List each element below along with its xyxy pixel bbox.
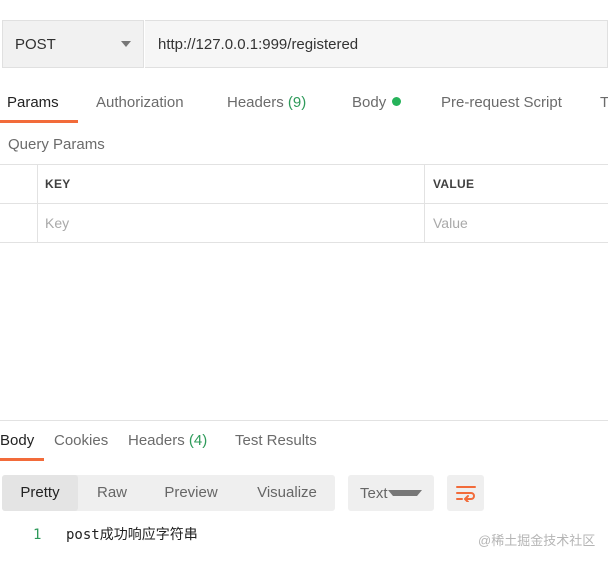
url-input[interactable]: http://127.0.0.1:999/registered [145, 20, 608, 68]
watermark: @稀土掘金技术社区 [478, 533, 596, 548]
response-tab-test-results[interactable]: Test Results [235, 422, 317, 460]
active-tab-indicator [0, 120, 78, 123]
key-input[interactable]: Key [38, 204, 425, 242]
response-tab-test-results-label: Test Results [235, 432, 317, 449]
response-tab-headers-count: (4) [188, 432, 208, 449]
tab-tests[interactable]: T [600, 84, 608, 122]
tab-params[interactable]: Params [7, 84, 59, 122]
chevron-down-icon [121, 41, 131, 47]
tab-headers-label: Headers [227, 94, 284, 111]
wrap-lines-icon [455, 486, 476, 502]
response-active-tab-indicator [0, 458, 44, 461]
response-tab-headers-label: Headers [128, 432, 185, 449]
col-key-header: KEY [38, 165, 425, 203]
view-raw-button[interactable]: Raw [82, 475, 142, 511]
response-tab-cookies-label: Cookies [54, 432, 109, 449]
tab-body[interactable]: Body [352, 84, 402, 122]
view-visualize-button[interactable]: Visualize [242, 475, 332, 511]
query-params-table: KEY VALUE Key Value [0, 164, 608, 243]
table-header-row: KEY VALUE [0, 164, 608, 203]
tab-params-label: Params [7, 94, 59, 111]
view-preview-button[interactable]: Preview [150, 475, 232, 511]
tab-tests-label: T [600, 94, 608, 111]
dot-icon [392, 97, 402, 106]
url-text: http://127.0.0.1:999/registered [158, 35, 359, 53]
chevron-down-icon [387, 490, 422, 496]
tab-headers-count: (9) [287, 94, 307, 111]
response-body-line: post成功响应字符串 [66, 527, 198, 543]
method-label: POST [15, 35, 56, 53]
line-number: 1 [33, 527, 42, 543]
response-tab-headers[interactable]: Headers (4) [128, 422, 207, 460]
view-mode-group: Pretty Raw Preview Visualize [2, 475, 335, 511]
tab-pre-request-script-label: Pre-request Script [441, 94, 562, 111]
table-header-spacer [0, 165, 38, 203]
tab-authorization-label: Authorization [96, 94, 184, 111]
view-pretty-button[interactable]: Pretty [2, 475, 78, 511]
request-tabs: Params Authorization Headers (9) Body Pr… [0, 84, 608, 124]
col-value-header: VALUE [433, 177, 475, 191]
response-tab-body[interactable]: Body [0, 422, 34, 460]
format-label: Text [360, 484, 388, 502]
response-divider [0, 420, 608, 421]
wrap-lines-button[interactable] [447, 475, 484, 511]
tab-pre-request-script[interactable]: Pre-request Script [441, 84, 562, 122]
tab-body-label: Body [352, 94, 387, 111]
response-tab-cookies[interactable]: Cookies [54, 422, 108, 460]
value-input[interactable]: Value [425, 204, 608, 242]
response-tabs: Body Cookies Headers (4) Test Results [0, 422, 608, 462]
tab-authorization[interactable]: Authorization [96, 84, 184, 122]
query-params-title: Query Params [8, 136, 105, 153]
method-select[interactable]: POST [2, 20, 144, 68]
table-row: Key Value [0, 203, 608, 243]
row-checkbox-cell[interactable] [0, 204, 38, 242]
response-tab-body-label: Body [0, 432, 35, 449]
tab-headers[interactable]: Headers (9) [227, 84, 306, 122]
format-select[interactable]: Text [348, 475, 434, 511]
